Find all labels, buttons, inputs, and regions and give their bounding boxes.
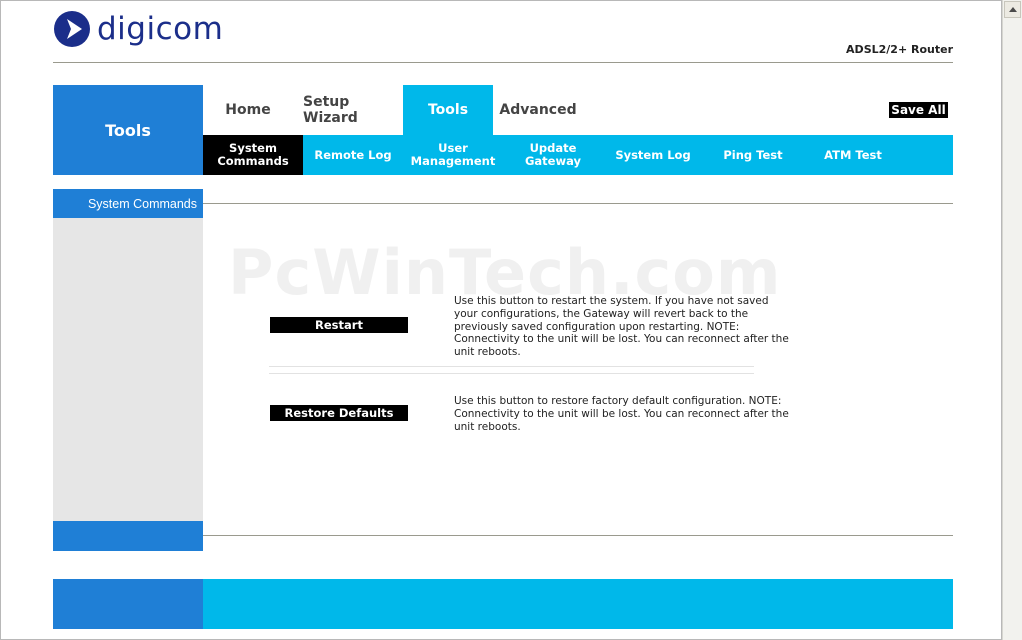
content-bottom-divider [203, 535, 953, 536]
subnav-system-log[interactable]: System Log [603, 135, 703, 175]
restore-defaults-button[interactable]: Restore Defaults [269, 404, 409, 422]
section-title: Tools [53, 85, 203, 175]
subnav-update-gateway[interactable]: Update Gateway [503, 135, 603, 175]
subnav-user-management[interactable]: User Management [403, 135, 503, 175]
scroll-up-arrow-icon[interactable] [1004, 1, 1021, 18]
brand-name: digicom [97, 11, 224, 47]
save-all-button[interactable]: Save All [888, 101, 949, 119]
digicom-logo: digicom [53, 10, 223, 48]
sidebar-item-system-commands[interactable]: System Commands [53, 189, 203, 218]
vertical-scrollbar[interactable] [1002, 0, 1022, 640]
main-tabs: Home Setup Wizard Tools Advanced [203, 85, 953, 135]
restore-defaults-description: Use this button to restore factory defau… [454, 395, 789, 433]
restart-button[interactable]: Restart [269, 316, 409, 334]
footer-right-bar [203, 579, 953, 629]
sidebar-footer [53, 521, 203, 551]
subnav-ping-test[interactable]: Ping Test [703, 135, 803, 175]
command-separator [269, 366, 754, 367]
product-name: ADSL2/2+ Router [846, 43, 953, 56]
subnav-system-commands[interactable]: System Commands [203, 135, 303, 175]
restart-description: Use this button to restart the system. I… [454, 295, 789, 359]
sub-navigation: System Commands Remote Log User Manageme… [203, 135, 953, 175]
subnav-atm-test[interactable]: ATM Test [803, 135, 903, 175]
command-separator-2 [269, 373, 754, 374]
content-top-divider [203, 203, 953, 204]
tab-tools[interactable]: Tools [403, 85, 493, 135]
tab-setup-wizard[interactable]: Setup Wizard [303, 85, 395, 135]
tab-home[interactable]: Home [203, 85, 293, 135]
footer-left-bar [53, 579, 203, 629]
header-divider [53, 62, 953, 63]
sidebar: System Commands [53, 189, 203, 551]
logo-play-icon [54, 11, 90, 47]
subnav-remote-log[interactable]: Remote Log [303, 135, 403, 175]
tab-advanced[interactable]: Advanced [493, 85, 583, 135]
